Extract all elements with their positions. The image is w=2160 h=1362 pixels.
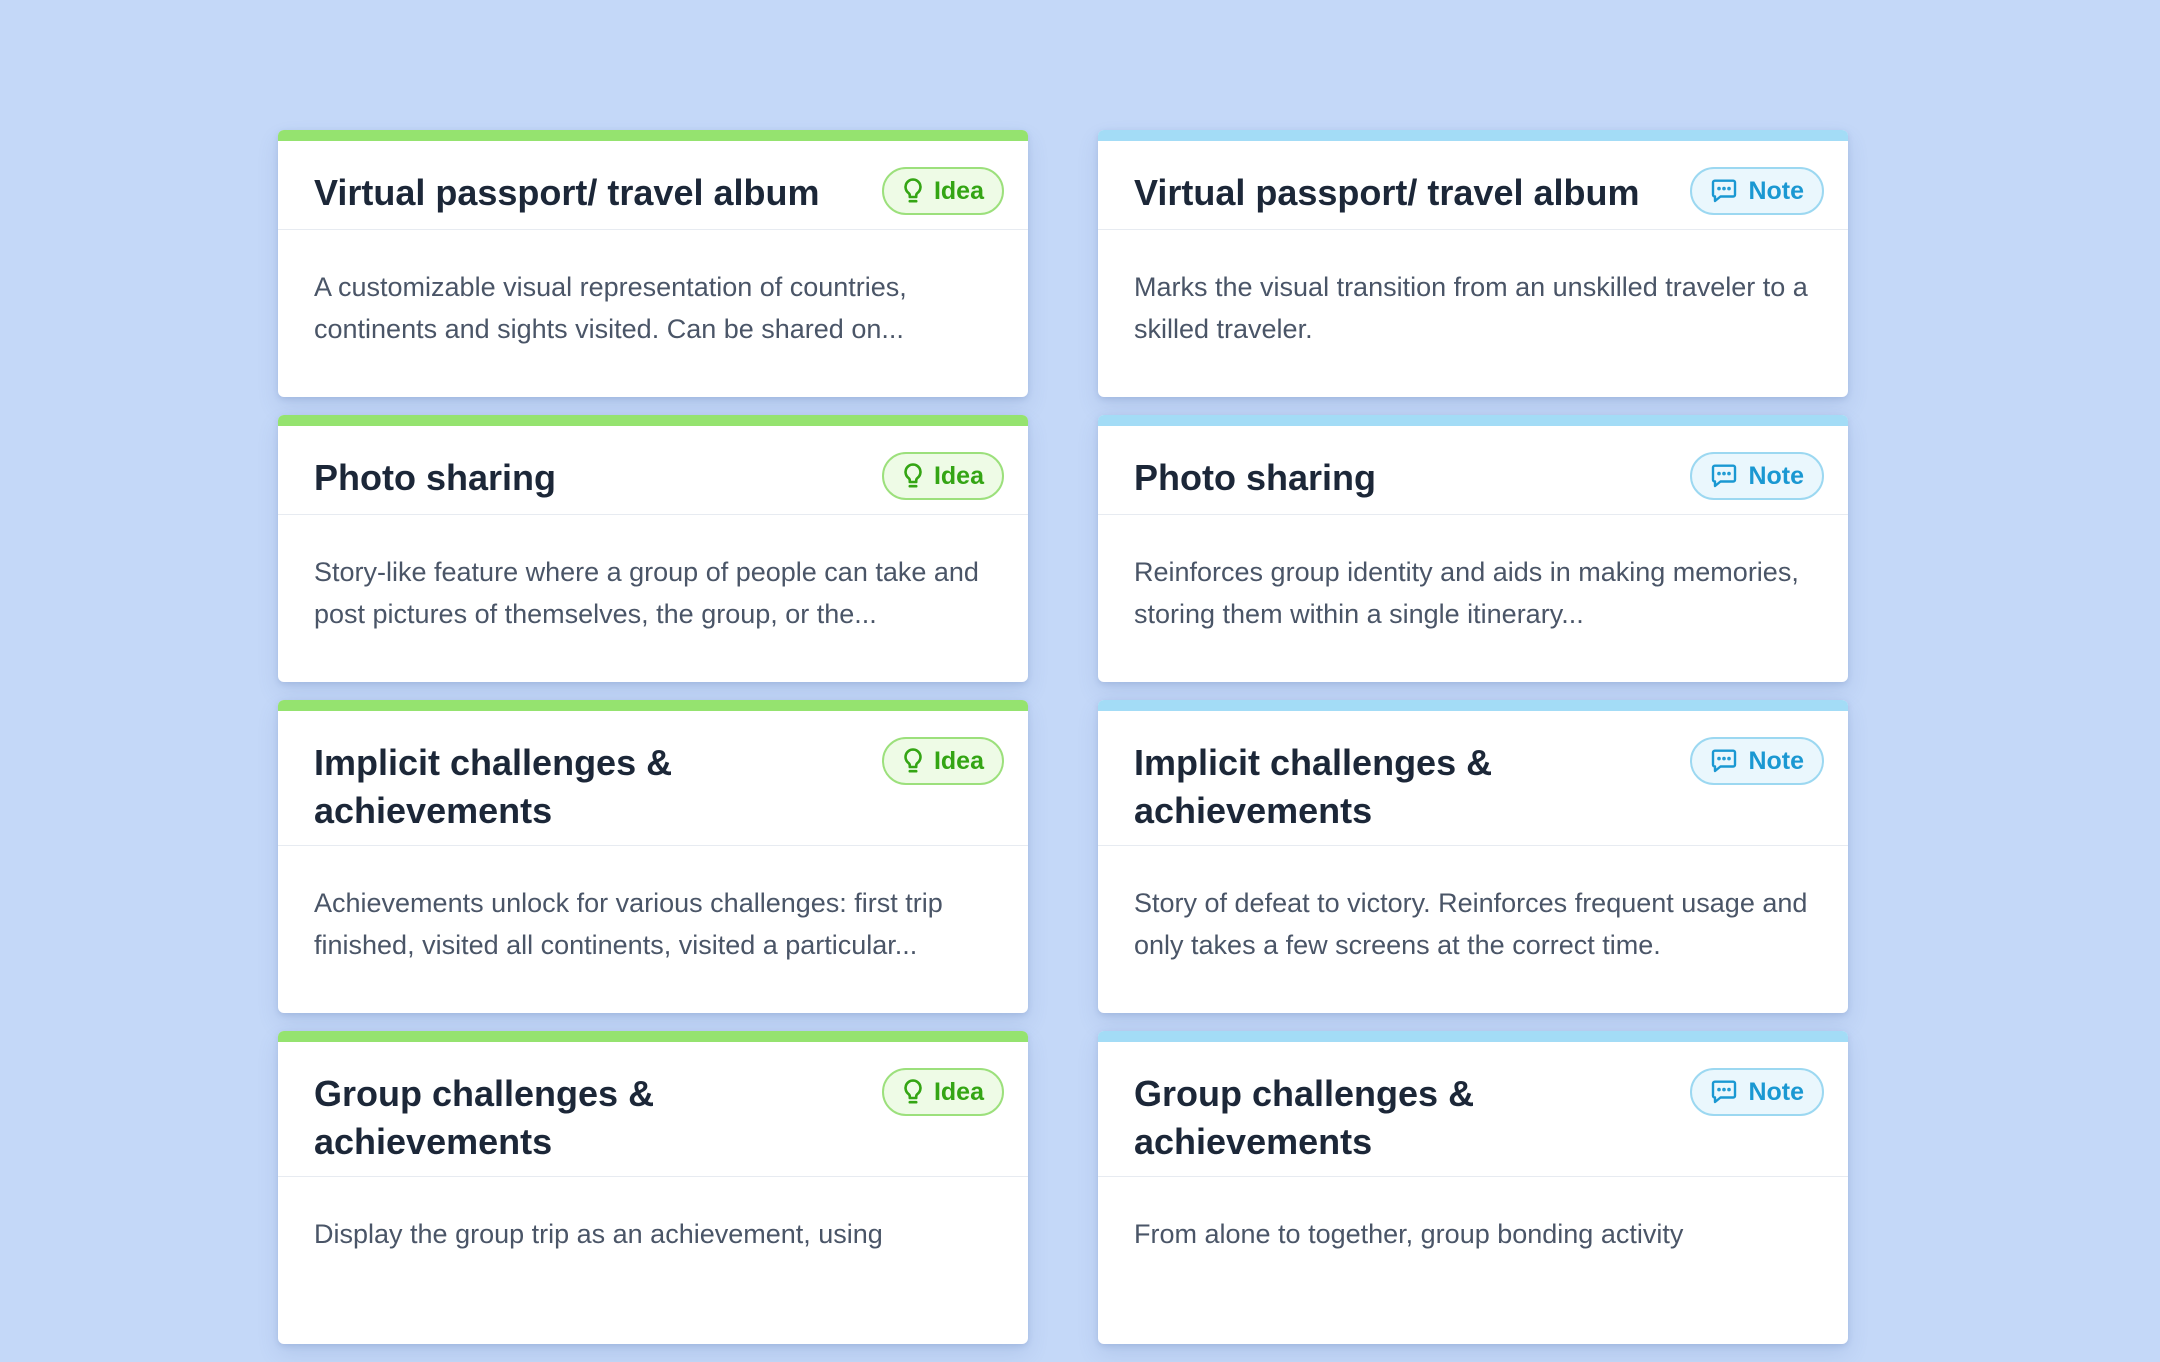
idea-card-implicit-challenges[interactable]: Implicit challenges & achievements Idea … bbox=[278, 700, 1028, 1013]
note-card-group-challenges[interactable]: Group challenges & achievements Note Fro… bbox=[1098, 1031, 1848, 1344]
comment-icon bbox=[1710, 178, 1738, 204]
card-header: Implicit challenges & achievements Note bbox=[1098, 711, 1848, 846]
note-accent-stripe bbox=[1098, 700, 1848, 711]
note-badge[interactable]: Note bbox=[1690, 452, 1824, 500]
card-header: Virtual passport/ travel album Idea bbox=[278, 141, 1028, 230]
badge-label: Note bbox=[1748, 746, 1804, 775]
note-badge[interactable]: Note bbox=[1690, 1068, 1824, 1116]
card-title: Group challenges & achievements bbox=[1134, 1073, 1475, 1162]
note-card-photo-sharing[interactable]: Photo sharing Note Reinforces group iden… bbox=[1098, 415, 1848, 682]
idea-badge[interactable]: Idea bbox=[881, 1068, 1004, 1116]
idea-column: Virtual passport/ travel album Idea A cu… bbox=[278, 130, 1028, 1362]
card-title: Implicit challenges & achievements bbox=[314, 742, 673, 831]
badge-label: Note bbox=[1748, 461, 1804, 490]
card-header: Implicit challenges & achievements Idea bbox=[278, 711, 1028, 846]
idea-badge[interactable]: Idea bbox=[881, 167, 1004, 215]
idea-badge[interactable]: Idea bbox=[881, 737, 1004, 785]
card-header: Photo sharing Idea bbox=[278, 426, 1028, 515]
badge-label: Idea bbox=[933, 1077, 984, 1106]
comment-icon bbox=[1710, 463, 1738, 489]
badge-label: Idea bbox=[933, 176, 984, 205]
idea-accent-stripe bbox=[278, 1031, 1028, 1042]
note-accent-stripe bbox=[1098, 415, 1848, 426]
note-accent-stripe bbox=[1098, 130, 1848, 141]
card-header: Group challenges & achievements Idea bbox=[278, 1042, 1028, 1177]
lightbulb-icon bbox=[902, 462, 924, 490]
card-title: Photo sharing bbox=[314, 457, 556, 498]
card-header: Virtual passport/ travel album Note bbox=[1098, 141, 1848, 230]
card-header: Group challenges & achievements Note bbox=[1098, 1042, 1848, 1177]
badge-label: Note bbox=[1748, 176, 1804, 205]
note-column: Virtual passport/ travel album Note Mark… bbox=[1098, 130, 1848, 1362]
note-badge[interactable]: Note bbox=[1690, 167, 1824, 215]
card-description: Story of defeat to victory. Reinforces f… bbox=[1134, 888, 1808, 960]
note-accent-stripe bbox=[1098, 1031, 1848, 1042]
card-description: Achievements unlock for various challeng… bbox=[314, 888, 943, 960]
card-title: Group challenges & achievements bbox=[314, 1073, 655, 1162]
card-description: Display the group trip as an achievement… bbox=[314, 1219, 883, 1249]
idea-accent-stripe bbox=[278, 700, 1028, 711]
card-title: Implicit challenges & achievements bbox=[1134, 742, 1493, 831]
card-board: Virtual passport/ travel album Idea A cu… bbox=[278, 130, 1848, 1362]
idea-badge[interactable]: Idea bbox=[881, 452, 1004, 500]
lightbulb-icon bbox=[902, 1078, 924, 1106]
card-header: Photo sharing Note bbox=[1098, 426, 1848, 515]
card-title: Photo sharing bbox=[1134, 457, 1376, 498]
idea-card-group-challenges[interactable]: Group challenges & achievements Idea Dis… bbox=[278, 1031, 1028, 1344]
idea-card-virtual-passport[interactable]: Virtual passport/ travel album Idea A cu… bbox=[278, 130, 1028, 397]
note-card-implicit-challenges[interactable]: Implicit challenges & achievements Note … bbox=[1098, 700, 1848, 1013]
card-title: Virtual passport/ travel album bbox=[1134, 172, 1640, 213]
card-description: Marks the visual transition from an unsk… bbox=[1134, 272, 1808, 344]
badge-label: Note bbox=[1748, 1077, 1804, 1106]
lightbulb-icon bbox=[902, 177, 924, 205]
idea-accent-stripe bbox=[278, 415, 1028, 426]
card-description: Story-like feature where a group of peop… bbox=[314, 557, 979, 629]
lightbulb-icon bbox=[902, 747, 924, 775]
idea-card-photo-sharing[interactable]: Photo sharing Idea Story-like feature wh… bbox=[278, 415, 1028, 682]
idea-accent-stripe bbox=[278, 130, 1028, 141]
card-description: A customizable visual representation of … bbox=[314, 272, 907, 344]
card-title: Virtual passport/ travel album bbox=[314, 172, 820, 213]
comment-icon bbox=[1710, 1079, 1738, 1105]
badge-label: Idea bbox=[933, 461, 984, 490]
note-badge[interactable]: Note bbox=[1690, 737, 1824, 785]
badge-label: Idea bbox=[933, 746, 984, 775]
comment-icon bbox=[1710, 748, 1738, 774]
card-description: Reinforces group identity and aids in ma… bbox=[1134, 557, 1799, 629]
card-description: From alone to together, group bonding ac… bbox=[1134, 1219, 1684, 1249]
note-card-virtual-passport[interactable]: Virtual passport/ travel album Note Mark… bbox=[1098, 130, 1848, 397]
